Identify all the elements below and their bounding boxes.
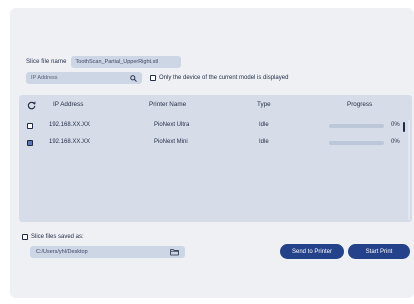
- printer-table-header: IP Address Printer Name Type Progress: [19, 95, 412, 113]
- search-row: IP Address Only the device of the curren…: [26, 72, 288, 84]
- row-type: Idle: [259, 122, 269, 128]
- printer-table: IP Address Printer Name Type Progress 19…: [19, 95, 412, 222]
- current-model-checkbox[interactable]: [150, 75, 156, 81]
- start-print-button[interactable]: Start Print: [348, 244, 410, 259]
- column-header-progress: Progress: [347, 101, 373, 108]
- row-checkbox[interactable]: [27, 140, 33, 146]
- column-header-ip: IP Address: [53, 101, 84, 108]
- slice-file-name-field[interactable]: ToothScan_Partial_UpperRight.stl: [70, 56, 181, 68]
- slice-file-label: Slice file name: [26, 59, 67, 65]
- row-ip: 192.168.XX.XX: [49, 139, 91, 145]
- row-progress-bar: [329, 141, 384, 145]
- row-progress-label: 0%: [391, 139, 400, 145]
- table-scroll-track[interactable]: [408, 120, 410, 220]
- row-printer-name: PioNext Ultra: [154, 122, 190, 128]
- column-header-type: Type: [257, 101, 271, 108]
- save-path-value: C:/Users/yhl/Desktop: [36, 249, 88, 255]
- row-progress-label: 0%: [391, 122, 400, 128]
- send-to-printer-button[interactable]: Send to Printer: [280, 244, 344, 259]
- row-ip: 192.168.XX.XX: [49, 122, 91, 128]
- slice-file-row: Slice file name ToothScan_Partial_UpperR…: [26, 56, 181, 68]
- save-path-field[interactable]: C:/Users/yhl/Desktop: [30, 246, 185, 258]
- table-row[interactable]: 192.168.XX.XX PioNext Mini Idle 0%: [19, 136, 412, 150]
- refresh-icon[interactable]: [27, 101, 36, 110]
- search-icon[interactable]: [129, 74, 137, 82]
- save-location-option[interactable]: Slice files saved as:: [22, 234, 84, 240]
- table-row[interactable]: 192.168.XX.XX PioNext Ultra Idle 0%: [19, 119, 412, 133]
- current-model-filter-label: Only the device of the current model is …: [159, 75, 289, 81]
- column-header-printer-name: Printer Name: [149, 101, 187, 108]
- current-model-filter[interactable]: Only the device of the current model is …: [150, 75, 288, 81]
- folder-icon[interactable]: [170, 248, 179, 256]
- ip-search-placeholder: IP Address: [31, 75, 58, 81]
- row-printer-name: PioNext Mini: [154, 139, 188, 145]
- save-location-checkbox[interactable]: [22, 234, 28, 240]
- ip-search-input[interactable]: IP Address: [26, 72, 142, 84]
- row-type: Idle: [259, 139, 269, 145]
- table-scrollbar[interactable]: [403, 122, 405, 132]
- row-progress-bar: [329, 124, 384, 128]
- save-location-label: Slice files saved as:: [31, 234, 84, 240]
- row-checkbox[interactable]: [27, 123, 33, 129]
